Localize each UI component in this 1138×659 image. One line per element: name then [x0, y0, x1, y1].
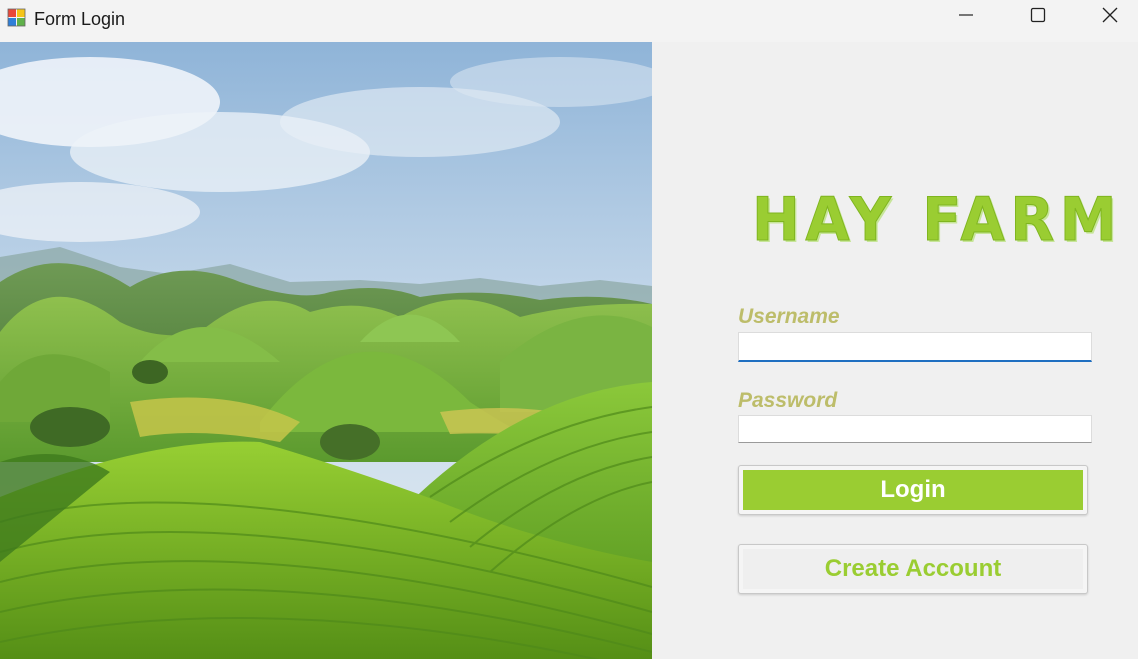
minimize-icon — [958, 7, 974, 28]
create-account-button[interactable]: Create Account — [738, 544, 1088, 594]
close-button[interactable] — [1074, 0, 1138, 34]
username-input[interactable] — [738, 332, 1092, 362]
landscape-image — [0, 42, 652, 659]
maximize-button[interactable] — [1002, 0, 1074, 34]
login-window: Form Login HAY FARM Username Password Lo… — [0, 0, 1138, 659]
close-icon — [1102, 7, 1118, 28]
app-icon — [7, 8, 27, 28]
minimize-button[interactable] — [930, 0, 1002, 34]
login-button[interactable]: Login — [738, 465, 1088, 515]
password-label: Password — [738, 389, 838, 412]
maximize-icon — [1030, 7, 1046, 28]
brand-logo-text: HAY FARM — [752, 185, 1123, 255]
title-bar[interactable]: Form Login — [0, 0, 1138, 42]
window-title: Form Login — [34, 9, 126, 29]
login-button-label: Login — [743, 470, 1083, 510]
password-input[interactable] — [738, 415, 1092, 443]
username-label: Username — [738, 305, 840, 328]
create-account-button-label: Create Account — [743, 549, 1083, 589]
